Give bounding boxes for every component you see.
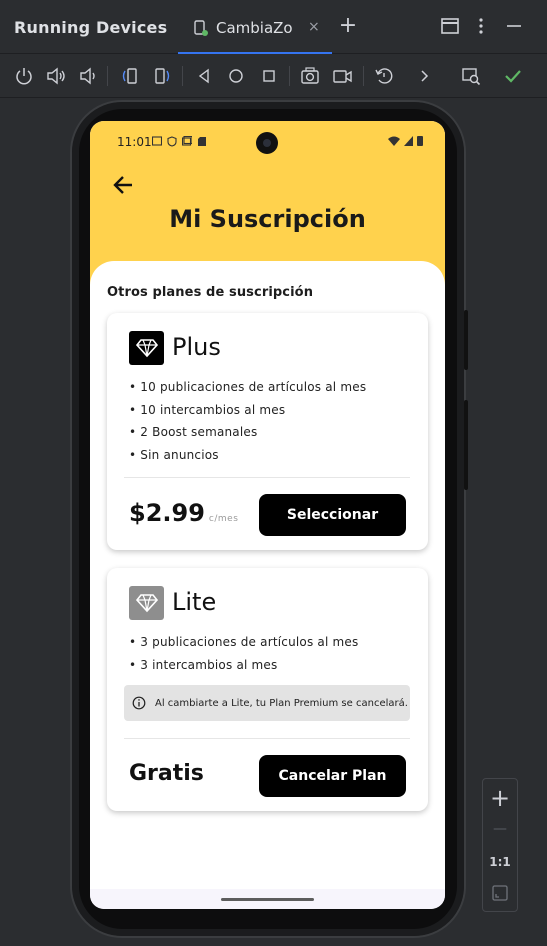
ide-window: Running Devices CambiaZo × + 11:01 Mi Su… <box>0 0 547 946</box>
plan-name: Lite <box>172 588 217 616</box>
plus-plan-badge <box>129 331 164 365</box>
plan-feature: • 3 publicaciones de artículos al mes <box>129 635 359 649</box>
toolbar-divider <box>289 66 290 86</box>
gesture-nav-bar <box>90 889 445 909</box>
toolbar-divider <box>107 66 108 86</box>
info-icon <box>132 696 146 710</box>
layout-inspector-icon[interactable] <box>460 65 482 87</box>
home-nav-icon[interactable] <box>225 65 247 87</box>
more-options-icon[interactable] <box>469 14 493 38</box>
chevron-right-icon[interactable] <box>414 65 436 87</box>
notification-icon <box>182 136 192 146</box>
status-system-icons <box>388 135 423 146</box>
select-plan-button[interactable]: Seleccionar <box>259 494 406 536</box>
apply-changes-check-icon[interactable] <box>502 65 524 87</box>
device-screen[interactable]: 11:01 Mi Suscripción Otros planes de sus… <box>90 121 445 909</box>
device-tab-icon <box>194 20 208 36</box>
close-tab-icon[interactable]: × <box>308 19 320 35</box>
section-label: Otros planes de suscripción <box>107 285 314 300</box>
front-camera <box>256 132 278 154</box>
plan-price: $2.99 c/mes <box>129 499 238 527</box>
status-bar: 11:01 <box>90 121 445 163</box>
back-nav-icon[interactable] <box>193 65 215 87</box>
toolbar-divider <box>363 66 364 86</box>
device-side-button <box>464 310 468 370</box>
sd-card-icon <box>198 137 206 146</box>
device-tab[interactable]: CambiaZo × <box>178 0 332 54</box>
plan-card-plus: Plus • 10 publicaciones de artículos al … <box>107 313 428 550</box>
battery-icon <box>417 136 423 146</box>
add-tab-button[interactable]: + <box>336 14 360 38</box>
subscription-content: Otros planes de suscripción Plus • 10 pu… <box>90 261 445 889</box>
device-toolbar <box>0 54 547 98</box>
plan-feature: • 2 Boost semanales <box>129 425 258 439</box>
plan-feature: • 10 intercambios al mes <box>129 403 286 417</box>
notification-icon <box>152 136 162 146</box>
volume-down-icon[interactable] <box>77 65 99 87</box>
back-arrow-icon[interactable] <box>110 171 138 199</box>
plan-feature: • Sin anuncios <box>129 448 219 462</box>
price-amount: $2.99 <box>129 499 205 527</box>
zoom-in-button[interactable]: + <box>483 783 517 813</box>
device-volume-button <box>464 400 468 490</box>
running-devices-header: Running Devices CambiaZo × + <box>0 0 547 54</box>
screenshot-camera-icon[interactable] <box>299 65 321 87</box>
shield-icon <box>167 136 177 147</box>
plan-feature: • 3 intercambios al mes <box>129 658 278 672</box>
plan-name: Plus <box>172 333 221 361</box>
actual-size-button[interactable]: 1:1 <box>483 853 517 871</box>
plan-feature: • 10 publicaciones de artículos al mes <box>129 380 367 394</box>
snapshot-restore-icon[interactable] <box>373 65 395 87</box>
card-divider <box>124 477 410 478</box>
cancel-plan-button[interactable]: Cancelar Plan <box>259 755 406 797</box>
status-time: 11:01 <box>117 135 152 149</box>
zoom-controls: + — 1:1 <box>482 778 518 912</box>
gesture-handle[interactable] <box>221 898 314 901</box>
minimize-icon[interactable] <box>502 14 526 38</box>
plan-price: Gratis <box>129 761 204 786</box>
rotate-left-icon[interactable] <box>119 65 141 87</box>
volume-up-icon[interactable] <box>45 65 67 87</box>
card-divider <box>124 738 410 739</box>
lite-plan-badge <box>129 586 164 620</box>
notice-text: Al cambiarte a Lite, tu Plan Premium se … <box>155 697 408 709</box>
price-unit: c/mes <box>208 514 239 524</box>
plan-card-lite: Lite • 3 publicaciones de artículos al m… <box>107 568 428 811</box>
panel-title: Running Devices <box>14 18 168 37</box>
zoom-out-button[interactable]: — <box>483 819 517 839</box>
screen-record-icon[interactable] <box>331 65 353 87</box>
wifi-icon <box>388 136 400 146</box>
device-tab-label: CambiaZo <box>216 19 293 37</box>
signal-icon <box>404 135 413 146</box>
window-layout-icon[interactable] <box>438 14 462 38</box>
status-notification-icons <box>152 136 207 147</box>
diamond-icon <box>135 594 158 613</box>
cancel-warning-notice: Al cambiarte a Lite, tu Plan Premium se … <box>124 685 410 721</box>
diamond-icon <box>135 339 158 358</box>
fit-screen-icon[interactable] <box>483 883 517 903</box>
toolbar-divider <box>182 66 183 86</box>
page-title: Mi Suscripción <box>169 205 366 233</box>
rotate-right-icon[interactable] <box>151 65 173 87</box>
power-icon[interactable] <box>13 65 35 87</box>
overview-nav-icon[interactable] <box>258 65 280 87</box>
